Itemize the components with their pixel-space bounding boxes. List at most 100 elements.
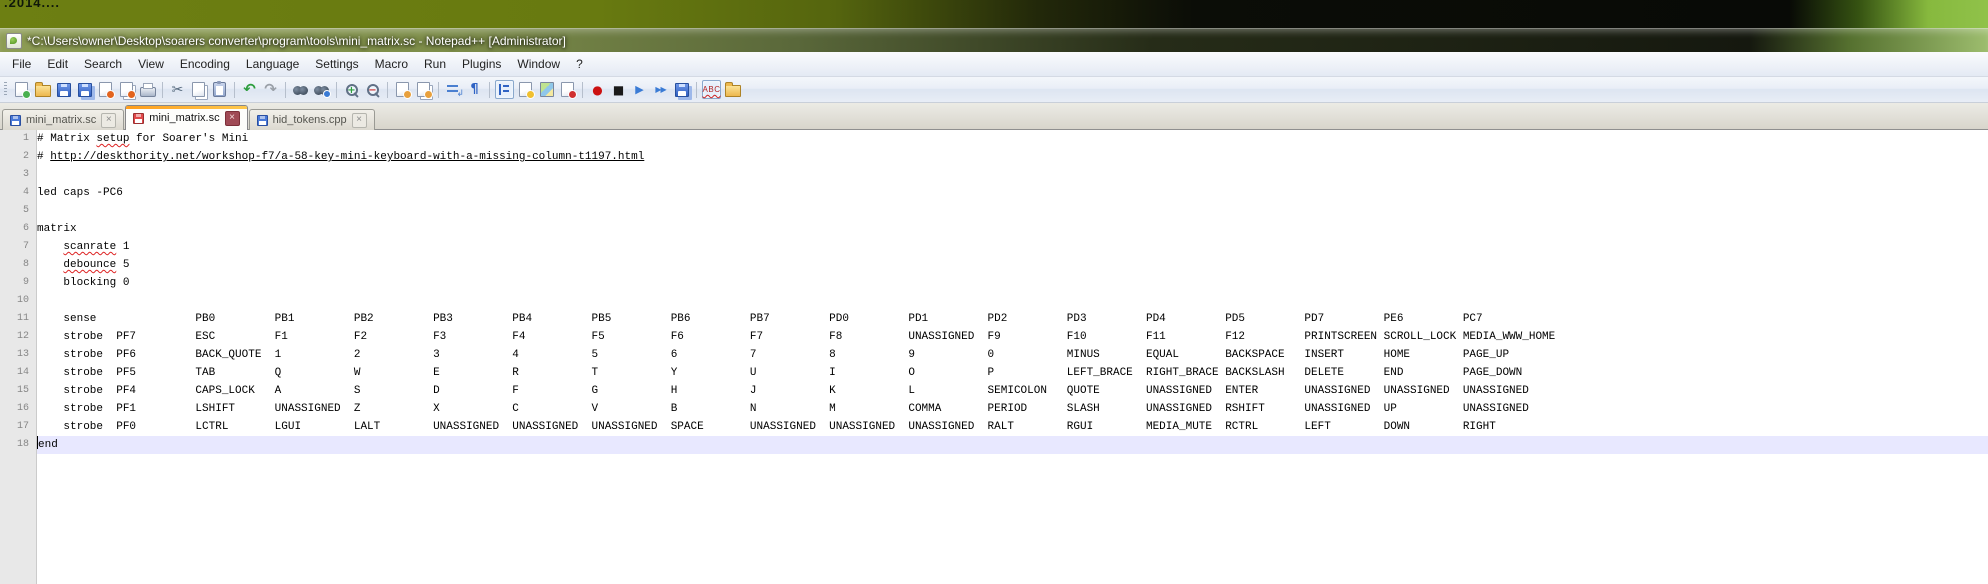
line-number[interactable]: 17 xyxy=(0,418,36,436)
code-line[interactable]: end xyxy=(37,436,1988,454)
toolbar-grip-icon[interactable] xyxy=(4,82,7,97)
function-list-icon[interactable] xyxy=(558,80,577,99)
close-all-icon[interactable] xyxy=(117,80,136,99)
menu-item-help[interactable]: ? xyxy=(568,52,591,77)
cut-icon[interactable]: ✂ xyxy=(168,80,187,99)
code-line[interactable]: debounce 5 xyxy=(37,256,1988,274)
toolbar: ✂↶↷+−¶●■▶▶▶ABC xyxy=(0,77,1988,103)
toolbar-separator xyxy=(234,81,235,98)
word-wrap-icon[interactable] xyxy=(444,80,464,99)
menu-item-plugins[interactable]: Plugins xyxy=(454,52,509,77)
url-link[interactable]: http://deskthority.net/workshop-f7/a-58-… xyxy=(50,151,644,163)
code-line[interactable]: # http://deskthority.net/workshop-f7/a-5… xyxy=(37,148,1988,166)
line-number[interactable]: 5 xyxy=(0,202,36,220)
define-your-language-icon[interactable] xyxy=(516,80,535,99)
line-number[interactable]: 18 xyxy=(0,436,36,454)
zoom-in-icon[interactable]: + xyxy=(342,80,361,99)
paste-icon[interactable] xyxy=(210,80,229,99)
sync-scroll-vertical-icon[interactable] xyxy=(393,80,412,99)
code-line[interactable] xyxy=(37,202,1988,220)
code-line[interactable]: # Matrix setup for Soarer's Mini xyxy=(37,130,1988,148)
replace-icon[interactable] xyxy=(312,80,331,99)
line-number[interactable]: 7 xyxy=(0,238,36,256)
menu-item-settings[interactable]: Settings xyxy=(307,52,366,77)
menu-item-language[interactable]: Language xyxy=(238,52,307,77)
close-file-icon[interactable] xyxy=(96,80,115,99)
line-number[interactable]: 15 xyxy=(0,382,36,400)
line-number[interactable]: 14 xyxy=(0,364,36,382)
tab-1-mini_matrix.sc[interactable]: mini_matrix.sc × xyxy=(2,109,125,130)
copy-icon[interactable] xyxy=(189,80,208,99)
code-line[interactable]: strobe PF1 LSHIFT UNASSIGNED Z X C V B N… xyxy=(37,400,1988,418)
code-area[interactable]: # Matrix setup for Soarer's Mini # http:/… xyxy=(37,130,1988,584)
code-line[interactable]: sense PB0 PB1 PB2 PB3 PB4 PB5 PB6 PB7 PD… xyxy=(37,310,1988,328)
menu-item-window[interactable]: Window xyxy=(509,52,568,77)
open-file-icon[interactable] xyxy=(33,80,52,99)
line-number[interactable]: 11 xyxy=(0,310,36,328)
code-line[interactable]: strobe PF0 LCTRL LGUI LALT UNASSIGNED UN… xyxy=(37,418,1988,436)
indent-guide-icon[interactable] xyxy=(495,80,514,99)
code-line[interactable]: strobe PF4 CAPS_LOCK A S D F G H J K L S… xyxy=(37,382,1988,400)
code-line[interactable] xyxy=(37,292,1988,310)
save-file-icon[interactable] xyxy=(54,80,73,99)
line-number[interactable]: 12 xyxy=(0,328,36,346)
spell-check-icon[interactable]: ABC xyxy=(702,80,721,99)
code-line[interactable]: matrix xyxy=(37,220,1988,238)
menu-item-encoding[interactable]: Encoding xyxy=(172,52,238,77)
code-line[interactable]: strobe PF6 BACK_QUOTE 1 2 3 4 5 6 7 8 9 … xyxy=(37,346,1988,364)
macro-record-icon[interactable]: ● xyxy=(588,80,607,99)
editor[interactable]: 1 2 3 4 5 6 7 8 9 10 11 12 13 14 15 16 17 18 # Matrix set… xyxy=(0,130,1988,584)
document-map-icon[interactable] xyxy=(537,80,556,99)
file-browser-icon[interactable] xyxy=(723,80,742,99)
sync-scroll-horizontal-glyph xyxy=(417,82,433,99)
line-number[interactable]: 2 xyxy=(0,148,36,166)
tab-3-hid_tokens.cpp[interactable]: hid_tokens.cpp × xyxy=(248,109,375,130)
zoom-out-icon[interactable]: − xyxy=(363,80,382,99)
line-number[interactable]: 16 xyxy=(0,400,36,418)
code-line[interactable] xyxy=(37,166,1988,184)
menu-item-run[interactable]: Run xyxy=(416,52,454,77)
desktop-corner-text: .2014.... xyxy=(4,0,60,10)
menu-item-file[interactable]: File xyxy=(4,52,39,77)
close-tab-icon[interactable]: × xyxy=(224,110,240,126)
new-file-icon[interactable] xyxy=(12,80,31,99)
menu-item-search[interactable]: Search xyxy=(76,52,130,77)
macro-record-glyph: ● xyxy=(592,82,603,97)
tab-label: mini_matrix.sc xyxy=(26,114,97,126)
menu-item-macro[interactable]: Macro xyxy=(367,52,416,77)
close-tab-icon[interactable]: × xyxy=(351,112,367,128)
close-tab-icon[interactable]: × xyxy=(101,112,117,128)
code-line[interactable]: blocking 0 xyxy=(37,274,1988,292)
line-number[interactable]: 1 xyxy=(0,130,36,148)
line-number[interactable]: 10 xyxy=(0,292,36,310)
line-number[interactable]: 4 xyxy=(0,184,36,202)
macro-stop-icon[interactable]: ■ xyxy=(609,80,628,99)
title-bar[interactable]: *C:\Users\owner\Desktop\soarers converte… xyxy=(0,28,1988,52)
line-number[interactable]: 8 xyxy=(0,256,36,274)
line-number[interactable]: 6 xyxy=(0,220,36,238)
redo-icon[interactable]: ↷ xyxy=(261,80,280,99)
menu-item-view[interactable]: View xyxy=(130,52,172,77)
code-line[interactable]: strobe PF5 TAB Q W E R T Y U I O P LEFT_… xyxy=(37,364,1988,382)
line-number[interactable]: 3 xyxy=(0,166,36,184)
sync-scroll-horizontal-icon[interactable] xyxy=(414,80,433,99)
line-number-gutter[interactable]: 1 2 3 4 5 6 7 8 9 10 11 12 13 14 15 16 17 18 xyxy=(0,130,37,584)
code-line[interactable]: led caps -PC6 xyxy=(37,184,1988,202)
print-icon[interactable] xyxy=(138,80,157,99)
tab-2-mini_matrix.sc[interactable]: mini_matrix.sc × xyxy=(125,105,248,130)
line-number[interactable]: 9 xyxy=(0,274,36,292)
macro-play-icon[interactable]: ▶ xyxy=(630,80,649,99)
undo-icon[interactable]: ↶ xyxy=(240,80,259,99)
macro-save-icon[interactable] xyxy=(672,80,691,99)
macro-run-multiple-icon[interactable]: ▶▶ xyxy=(651,80,670,99)
code-line[interactable]: scanrate 1 xyxy=(37,238,1988,256)
line-number[interactable]: 13 xyxy=(0,346,36,364)
code-line[interactable]: strobe PF7 ESC F1 F2 F3 F4 F5 F6 F7 F8 U… xyxy=(37,328,1988,346)
save-all-icon[interactable] xyxy=(75,80,94,99)
find-icon[interactable] xyxy=(291,80,310,99)
saved-doc-icon xyxy=(10,114,21,126)
define-your-language-accent xyxy=(526,90,535,99)
redo-glyph: ↷ xyxy=(264,80,277,98)
menu-item-edit[interactable]: Edit xyxy=(39,52,76,77)
show-all-characters-icon[interactable]: ¶ xyxy=(465,80,484,99)
